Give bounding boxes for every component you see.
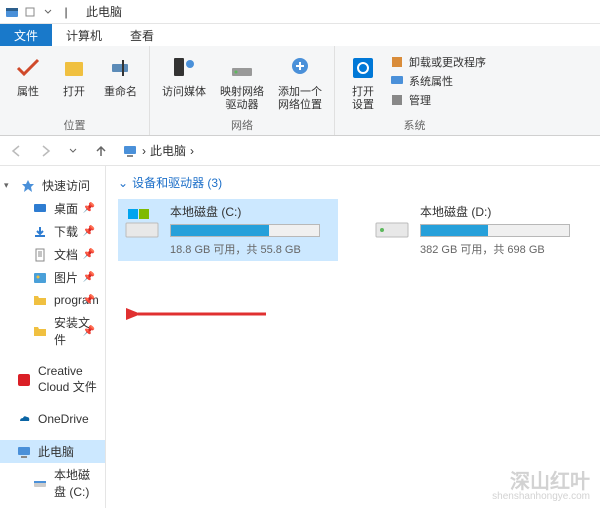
drive-item-c[interactable]: 本地磁盘 (C:) 18.8 GB 可用，共 55.8 GB bbox=[118, 199, 338, 261]
drive-usage-bar bbox=[420, 224, 570, 237]
star-icon bbox=[20, 178, 36, 194]
cc-icon bbox=[16, 372, 32, 388]
ribbon-group-network: 访问媒体 映射网络 驱动器 添加一个 网络位置 网络 bbox=[150, 46, 335, 135]
up-button[interactable] bbox=[90, 140, 112, 162]
folder-icon bbox=[32, 292, 48, 308]
drives-list: 本地磁盘 (C:) 18.8 GB 可用，共 55.8 GB 本地磁盘 (D:)… bbox=[118, 199, 588, 261]
breadcrumb[interactable]: › 此电脑 › bbox=[118, 142, 594, 159]
quick-access-toolbar: | bbox=[4, 4, 74, 20]
pc-icon bbox=[122, 143, 138, 159]
manage-button[interactable]: 管理 bbox=[389, 92, 486, 108]
document-icon bbox=[32, 247, 48, 263]
ribbon: 属性 打开 重命名 位置 访问媒体 映射网络 驱动器 bbox=[0, 46, 600, 136]
pin-icon: 📌 bbox=[83, 226, 95, 237]
sidebar-program[interactable]: program 📌 bbox=[0, 289, 105, 311]
pin-icon: 📌 bbox=[83, 295, 95, 306]
qat-dropdown[interactable] bbox=[40, 4, 56, 20]
sidebar-pictures[interactable]: 图片 📌 bbox=[0, 266, 105, 289]
ribbon-group-location: 属性 打开 重命名 位置 bbox=[0, 46, 150, 135]
download-icon bbox=[32, 224, 48, 240]
chevron-icon[interactable]: ▾ bbox=[4, 180, 14, 191]
ribbon-tabs: 文件 计算机 查看 bbox=[0, 24, 600, 46]
sidebar-disk-d[interactable]: 本地磁盘 (D:) bbox=[0, 503, 105, 508]
pin-icon: 📌 bbox=[83, 326, 95, 337]
tab-computer[interactable]: 计算机 bbox=[52, 24, 116, 46]
app-icon bbox=[4, 4, 20, 20]
properties-button[interactable]: 属性 bbox=[8, 50, 48, 115]
group-label: 网络 bbox=[158, 117, 326, 133]
chevron-down-icon: ⌄ bbox=[118, 176, 128, 190]
sidebar-downloads[interactable]: 下载 📌 bbox=[0, 220, 105, 243]
drive-name: 本地磁盘 (D:) bbox=[420, 203, 584, 220]
group-label: 位置 bbox=[8, 117, 141, 133]
sidebar-creative-cloud[interactable]: Creative Cloud 文件 bbox=[0, 361, 105, 398]
pin-icon: 📌 bbox=[83, 203, 95, 214]
forward-button[interactable] bbox=[34, 140, 56, 162]
rename-button[interactable]: 重命名 bbox=[100, 50, 141, 115]
picture-icon bbox=[32, 270, 48, 286]
bc-item[interactable]: 此电脑 bbox=[150, 142, 186, 159]
tab-view[interactable]: 查看 bbox=[116, 24, 168, 46]
sidebar-onedrive[interactable]: OneDrive bbox=[0, 408, 105, 430]
ribbon-group-system: 打开 设置 卸载或更改程序 系统属性 管理 系统 bbox=[335, 46, 494, 135]
rename-icon bbox=[105, 52, 137, 84]
checkmark-icon bbox=[12, 52, 44, 84]
desktop-icon bbox=[32, 201, 48, 217]
drive-icon bbox=[372, 203, 412, 243]
recent-dropdown[interactable] bbox=[62, 140, 84, 162]
back-button[interactable] bbox=[6, 140, 28, 162]
group-label: 系统 bbox=[343, 117, 486, 133]
map-drive-button[interactable]: 映射网络 驱动器 bbox=[216, 50, 268, 115]
tab-file[interactable]: 文件 bbox=[0, 24, 52, 46]
drive-name: 本地磁盘 (C:) bbox=[170, 203, 334, 220]
sidebar-this-pc[interactable]: 此电脑 bbox=[0, 440, 105, 463]
drive-status: 382 GB 可用，共 698 GB bbox=[420, 241, 584, 257]
open-icon bbox=[58, 52, 90, 84]
folder-icon bbox=[32, 323, 48, 339]
qat-item[interactable] bbox=[22, 4, 38, 20]
manage-icon bbox=[389, 92, 405, 108]
add-network-icon bbox=[284, 52, 316, 84]
add-location-button[interactable]: 添加一个 网络位置 bbox=[274, 50, 326, 115]
pin-icon: 📌 bbox=[83, 272, 95, 283]
system-props-button[interactable]: 系统属性 bbox=[389, 73, 486, 89]
bc-sep: › bbox=[190, 144, 194, 158]
content-area: ⌄ 设备和驱动器 (3) 本地磁盘 (C:) 18.8 GB 可用，共 55.8… bbox=[106, 166, 600, 508]
open-button[interactable]: 打开 bbox=[54, 50, 94, 115]
drive-icon bbox=[32, 475, 48, 491]
uninstall-icon bbox=[389, 54, 405, 70]
bc-sep: › bbox=[142, 144, 146, 158]
gear-icon bbox=[347, 52, 379, 84]
drive-status: 18.8 GB 可用，共 55.8 GB bbox=[170, 241, 334, 257]
media-icon bbox=[168, 52, 200, 84]
nav-bar: › 此电脑 › bbox=[0, 136, 600, 166]
sidebar: ▾ 快速访问 桌面 📌 下载 📌 文档 📌 图片 📌 program 📌 bbox=[0, 166, 106, 508]
sidebar-install[interactable]: 安装文件 📌 bbox=[0, 311, 105, 351]
qat-sep: | bbox=[58, 4, 74, 20]
cloud-icon bbox=[16, 411, 32, 427]
monitor-icon bbox=[389, 73, 405, 89]
open-settings-button[interactable]: 打开 设置 bbox=[343, 50, 383, 115]
drive-icon bbox=[122, 203, 162, 243]
pc-icon bbox=[16, 444, 32, 460]
sidebar-disk-c[interactable]: 本地磁盘 (C:) bbox=[0, 463, 105, 503]
annotation-arrow bbox=[126, 304, 276, 324]
access-media-button[interactable]: 访问媒体 bbox=[158, 50, 210, 115]
sidebar-documents[interactable]: 文档 📌 bbox=[0, 243, 105, 266]
sidebar-desktop[interactable]: 桌面 📌 bbox=[0, 197, 105, 220]
drive-item-d[interactable]: 本地磁盘 (D:) 382 GB 可用，共 698 GB bbox=[368, 199, 588, 261]
uninstall-button[interactable]: 卸载或更改程序 bbox=[389, 54, 486, 70]
title-bar: | 此电脑 bbox=[0, 0, 600, 24]
drive-network-icon bbox=[226, 52, 258, 84]
sidebar-quick-access[interactable]: ▾ 快速访问 bbox=[0, 174, 105, 197]
body-area: ▾ 快速访问 桌面 📌 下载 📌 文档 📌 图片 📌 program 📌 bbox=[0, 166, 600, 508]
window-title: 此电脑 bbox=[86, 3, 122, 20]
drive-usage-bar bbox=[170, 224, 320, 237]
section-header[interactable]: ⌄ 设备和驱动器 (3) bbox=[118, 174, 588, 191]
pin-icon: 📌 bbox=[83, 249, 95, 260]
